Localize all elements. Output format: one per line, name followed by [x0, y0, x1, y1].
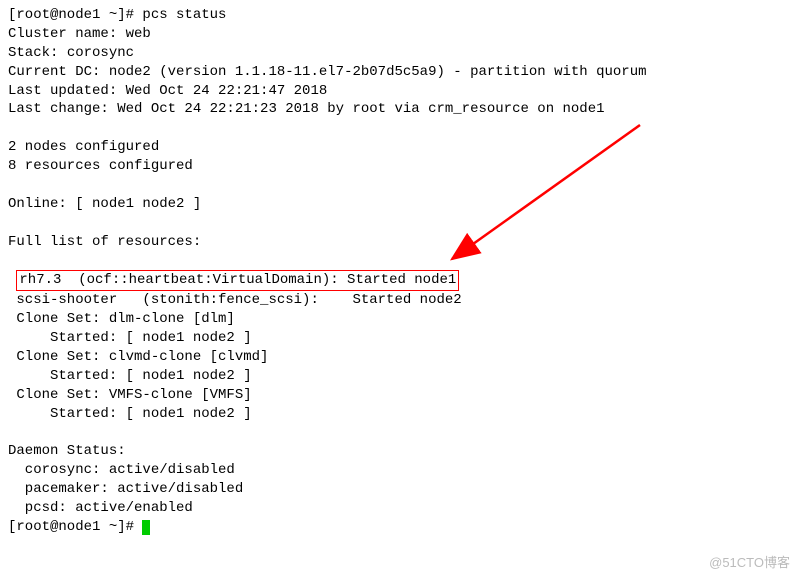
prompt-line: [root@node1 ~]# pcs status — [8, 6, 792, 25]
shell-prompt: [root@node1 ~]# — [8, 7, 142, 23]
stack-value: corosync — [67, 45, 134, 61]
highlighted-resource-line: rh7.3 (ocf::heartbeat:VirtualDomain): St… — [8, 270, 792, 291]
cluster-name-line: Cluster name: web — [8, 25, 792, 44]
current-dc-line: Current DC: node2 (version 1.1.18-11.el7… — [8, 63, 792, 82]
blank-line — [8, 176, 792, 195]
cluster-name-label: Cluster name: — [8, 26, 126, 42]
highlighted-resource: rh7.3 (ocf::heartbeat:VirtualDomain): St… — [16, 270, 459, 291]
last-change-label: Last change: — [8, 101, 117, 117]
shell-prompt: [root@node1 ~]# — [8, 519, 142, 535]
last-updated-value: Wed Oct 24 22:21:47 2018 — [126, 83, 328, 99]
last-updated-label: Last updated: — [8, 83, 126, 99]
full-list-label: Full list of resources: — [8, 233, 792, 252]
command: pcs status — [142, 7, 226, 23]
resource-line: Started: [ node1 node2 ] — [8, 329, 792, 348]
daemon-line: pcsd: active/enabled — [8, 499, 792, 518]
online-value: [ node1 node2 ] — [75, 196, 201, 212]
online-line: Online: [ node1 node2 ] — [8, 195, 792, 214]
resource-line: Started: [ node1 node2 ] — [8, 367, 792, 386]
daemon-line: pacemaker: active/disabled — [8, 480, 792, 499]
last-change-value: Wed Oct 24 22:21:23 2018 by root via crm… — [117, 101, 604, 117]
online-label: Online: — [8, 196, 75, 212]
resource-line: scsi-shooter (stonith:fence_scsi): Start… — [8, 291, 792, 310]
resource-line: Started: [ node1 node2 ] — [8, 405, 792, 424]
stack-line: Stack: corosync — [8, 44, 792, 63]
blank-line — [8, 119, 792, 138]
watermark: @51CTO博客 — [709, 554, 790, 572]
blank-line — [8, 214, 792, 233]
daemon-status-label: Daemon Status: — [8, 442, 792, 461]
stack-label: Stack: — [8, 45, 67, 61]
cursor-icon — [142, 520, 150, 535]
resource-line: Clone Set: dlm-clone [dlm] — [8, 310, 792, 329]
nodes-configured: 2 nodes configured — [8, 138, 792, 157]
current-dc-label: Current DC: — [8, 64, 109, 80]
current-dc-value: node2 (version 1.1.18-11.el7-2b07d5c5a9)… — [109, 64, 647, 80]
last-updated-line: Last updated: Wed Oct 24 22:21:47 2018 — [8, 82, 792, 101]
blank-line — [8, 424, 792, 443]
blank-line — [8, 252, 792, 271]
daemon-line: corosync: active/disabled — [8, 461, 792, 480]
resource-line: Clone Set: clvmd-clone [clvmd] — [8, 348, 792, 367]
last-change-line: Last change: Wed Oct 24 22:21:23 2018 by… — [8, 100, 792, 119]
prompt-line-2[interactable]: [root@node1 ~]# — [8, 518, 792, 537]
cluster-name-value: web — [126, 26, 151, 42]
resource-line: Clone Set: VMFS-clone [VMFS] — [8, 386, 792, 405]
resources-configured: 8 resources configured — [8, 157, 792, 176]
